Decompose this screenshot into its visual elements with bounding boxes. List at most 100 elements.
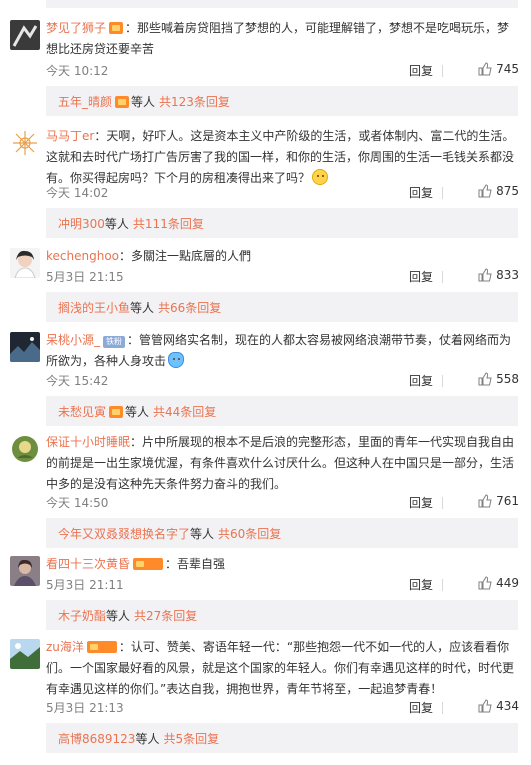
comment-username[interactable]: 梦见了狮子 bbox=[46, 21, 106, 35]
divider bbox=[442, 65, 443, 77]
thumbs-up-icon bbox=[478, 494, 492, 508]
sub-reply-total-link[interactable]: 共60条回复 bbox=[218, 527, 281, 541]
avatar[interactable] bbox=[10, 556, 40, 586]
divider bbox=[442, 497, 443, 509]
comment-meta: 5月3日 21:13 回复 434 bbox=[46, 699, 519, 717]
previous-sub-reply bbox=[46, 0, 518, 8]
reply-button[interactable]: 回复 bbox=[409, 576, 433, 593]
comment-time: 5月3日 21:13 bbox=[46, 701, 124, 715]
think-emoji-icon bbox=[312, 169, 329, 185]
like-count: 434 bbox=[496, 699, 519, 713]
portrait-avatar-icon bbox=[10, 556, 40, 586]
reply-button[interactable]: 回复 bbox=[409, 699, 433, 716]
like-button[interactable]: 745 bbox=[478, 62, 519, 76]
vip-badge-icon bbox=[109, 22, 124, 34]
avatar[interactable] bbox=[10, 248, 40, 278]
divider bbox=[442, 702, 443, 714]
comment-username[interactable]: 看四十三次黄昏 bbox=[46, 557, 130, 571]
divider bbox=[442, 187, 443, 199]
comment-time: 5月3日 21:11 bbox=[46, 578, 124, 592]
comment-meta: 今天 15:42 回复 558 bbox=[46, 372, 519, 390]
like-button[interactable]: 449 bbox=[478, 576, 519, 590]
comment-text: 天啊，好吓人。这是资本主义中产阶级的生活，或者体制内、富二代的生活。这就和去时代… bbox=[46, 129, 515, 185]
sub-reply-mid: 等人 bbox=[190, 527, 215, 541]
like-button[interactable]: 558 bbox=[478, 372, 519, 386]
comment-time: 5月3日 21:15 bbox=[46, 270, 124, 284]
comment-body: zu海洋 ：认可、赞美、寄语年轻一代：“那些抱怨一代不如一代的人，应该看看你们。一… bbox=[46, 640, 515, 696]
avatar[interactable] bbox=[10, 20, 40, 50]
sub-reply-total-link[interactable]: 共123条回复 bbox=[159, 95, 230, 109]
thumbs-up-icon bbox=[478, 372, 492, 386]
thumbs-up-icon bbox=[478, 62, 492, 76]
divider bbox=[442, 271, 443, 283]
sub-reply-total-link[interactable]: 共5条回复 bbox=[163, 732, 219, 746]
like-count: 761 bbox=[496, 494, 519, 508]
reply-button[interactable]: 回复 bbox=[409, 372, 433, 389]
vip-badge-icon bbox=[86, 641, 117, 653]
reply-button[interactable]: 回复 bbox=[409, 268, 433, 285]
comment-meta: 5月3日 21:11 回复 449 bbox=[46, 576, 519, 594]
comment-username[interactable]: 保证十小时睡眠 bbox=[46, 435, 130, 449]
sub-reply-mid: 等人 bbox=[131, 95, 156, 109]
sub-reply-box: 搁浅的王小鱼等人 共66条回复 bbox=[46, 292, 518, 322]
reply-button[interactable]: 回复 bbox=[409, 494, 433, 511]
thumbs-up-icon bbox=[478, 699, 492, 713]
comment-body: 梦见了狮子 ：那些喊着房贷阻挡了梦想的人，可能理解错了，梦想不是吃喝玩乐，梦想比还… bbox=[46, 21, 510, 56]
reply-button[interactable]: 回复 bbox=[409, 62, 433, 79]
comment-meta: 今天 14:50 回复 761 bbox=[46, 494, 519, 512]
like-button[interactable]: 875 bbox=[478, 184, 519, 198]
reply-button[interactable]: 回复 bbox=[409, 184, 433, 201]
avatar[interactable] bbox=[10, 434, 40, 464]
comment-username[interactable]: zu海洋 bbox=[46, 640, 84, 654]
sub-reply-total-link[interactable]: 共27条回复 bbox=[134, 609, 197, 623]
sub-reply-user[interactable]: 冲明300 bbox=[58, 217, 105, 231]
sub-reply-mid: 等人 bbox=[106, 609, 131, 623]
comment-body: 保证十小时睡眠：片中所展现的根本不是后浪的完整形态，里面的青年一代实现自我自由的… bbox=[46, 435, 515, 491]
like-button[interactable]: 833 bbox=[478, 268, 519, 282]
sub-reply-total-link[interactable]: 共66条回复 bbox=[158, 301, 221, 315]
vip-badge-icon bbox=[109, 406, 124, 418]
comment-meta: 今天 10:12 回复 745 bbox=[46, 62, 519, 80]
sub-reply-user[interactable]: 高博8689123 bbox=[58, 732, 135, 746]
dark-pattern-avatar-icon bbox=[10, 20, 40, 50]
like-button[interactable]: 434 bbox=[478, 699, 519, 713]
avatar[interactable] bbox=[10, 332, 40, 362]
comment-username[interactable]: kechenghoo bbox=[46, 249, 119, 263]
vip-badge-icon bbox=[115, 96, 130, 108]
avatar[interactable] bbox=[10, 639, 40, 669]
sub-reply-user[interactable]: 今年又双叒叕想换名字了 bbox=[58, 527, 190, 541]
blue-sky-avatar-icon bbox=[10, 639, 40, 669]
divider bbox=[442, 375, 443, 387]
thumbs-up-icon bbox=[478, 576, 492, 590]
divider bbox=[442, 579, 443, 591]
comment-body: 呆桃小源_ 铁粉 ：管管网络实名制，现在的人都太容易被网络浪潮带节奏，仗着网络而为所… bbox=[46, 333, 512, 368]
run-emoji-icon bbox=[168, 352, 185, 368]
vip-badge-icon bbox=[133, 558, 164, 570]
comment-time: 今天 10:12 bbox=[46, 64, 109, 78]
thumbs-up-icon bbox=[478, 184, 492, 198]
girl-avatar-icon bbox=[10, 248, 40, 278]
like-count: 558 bbox=[496, 372, 519, 386]
sub-reply-user[interactable]: 五年_晴颜 bbox=[58, 95, 112, 109]
comment-body: 马马丁er：天啊，好吓人。这是资本主义中产阶级的生活，或者体制内、富二代的生活。… bbox=[46, 129, 515, 185]
avatar[interactable] bbox=[10, 128, 40, 158]
comment-time: 今天 15:42 bbox=[46, 374, 109, 388]
comment-text: 吾辈自强 bbox=[177, 557, 226, 571]
orange-sketch-avatar-icon bbox=[10, 128, 40, 158]
sub-reply-user[interactable]: 未愁见寅 bbox=[58, 405, 106, 419]
thumbs-up-icon bbox=[478, 268, 492, 282]
comment-username[interactable]: 马马丁er bbox=[46, 129, 94, 143]
sub-reply-box: 五年_晴颜 等人 共123条回复 bbox=[46, 86, 518, 116]
sub-reply-total-link[interactable]: 共44条回复 bbox=[153, 405, 216, 419]
like-count: 875 bbox=[496, 184, 519, 198]
comment-username[interactable]: 呆桃小源_ bbox=[46, 333, 100, 347]
sub-reply-mid: 等人 bbox=[104, 217, 129, 231]
sub-reply-user[interactable]: 搁浅的王小鱼 bbox=[58, 301, 130, 315]
sub-reply-user[interactable]: 木子奶酯 bbox=[58, 609, 106, 623]
night-avatar-icon bbox=[10, 332, 40, 362]
green-circle-avatar-icon bbox=[10, 434, 40, 464]
comment-meta: 今天 14:02 回复 875 bbox=[46, 184, 519, 202]
sub-reply-total-link[interactable]: 共111条回复 bbox=[133, 217, 204, 231]
like-button[interactable]: 761 bbox=[478, 494, 519, 508]
comment-meta: 5月3日 21:15 回复 833 bbox=[46, 268, 519, 286]
